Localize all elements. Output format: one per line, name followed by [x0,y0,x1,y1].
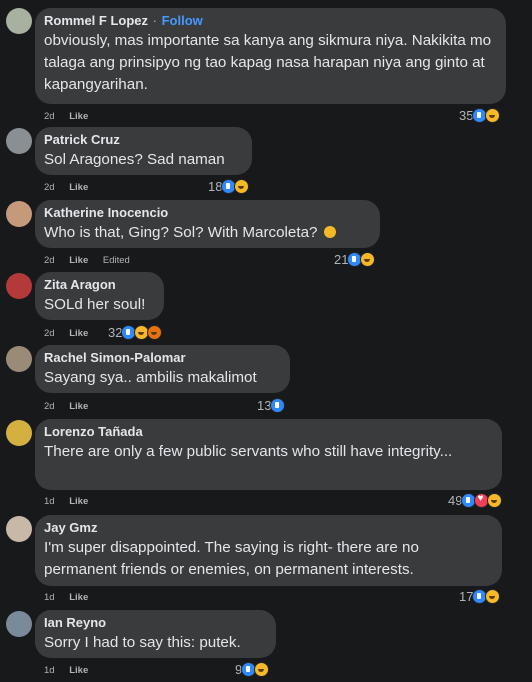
comment-time[interactable]: 2d [44,255,55,266]
like-link[interactable]: Like [69,182,88,193]
reaction-count: 13 [257,397,272,413]
comment-bubble: Rommel F Lopez · Follow obviously, mas i… [35,8,506,104]
like-link[interactable]: Like [69,255,88,266]
avatar[interactable] [6,346,32,372]
comment-feed: Rommel F Lopez · Follow obviously, mas i… [0,0,532,682]
edited-label[interactable]: Edited [103,255,130,266]
like-link[interactable]: Like [69,665,88,676]
reaction-summary[interactable]: 21 [334,251,376,267]
haha-icon [254,661,270,677]
comment-author[interactable]: Lorenzo Tañada [44,423,492,441]
like-link[interactable]: Like [69,111,88,122]
comment-time[interactable]: 1d [44,496,55,507]
comment-bubble: Katherine Inocencio Who is that, Ging? S… [35,200,380,248]
avatar[interactable] [6,273,32,299]
comment-text: obviously, mas importante sa kanya ang s… [44,32,492,93]
comment-actions: 2d Like [44,182,100,193]
comment-bubble: Zita Aragon SOLd her soul! [35,272,164,320]
comment-text: Sol Aragones? Sad naman [44,151,225,168]
comment-bubble: Ian Reyno Sorry I had to say this: putek… [35,610,276,658]
comment-text: SOLd her soul! [44,296,146,313]
reaction-summary[interactable]: 13 [257,397,286,413]
comment-actions: 1d Like [44,592,100,603]
reaction-count: 35 [459,107,474,123]
comment-author[interactable]: Rachel Simon-Palomar [44,349,280,367]
angry-icon [147,324,163,340]
haha-icon [485,107,501,123]
thinking-emoji-icon [323,226,336,238]
like-link[interactable]: Like [69,401,88,412]
comment-author[interactable]: Katherine Inocencio [44,204,370,222]
comment-text: There are only a few public servants who… [44,443,453,460]
like-icon [270,397,286,413]
avatar[interactable] [6,8,32,34]
reaction-summary[interactable]: 18 [208,178,250,194]
sad-icon [360,251,376,267]
comment-actions: 2d Like [44,328,100,339]
like-link[interactable]: Like [69,592,88,603]
comment-author[interactable]: Ian Reyno [44,614,266,632]
avatar[interactable] [6,420,32,446]
reaction-summary[interactable]: 17 [459,588,501,604]
comment-actions: 2d Like Edited [44,255,142,266]
comment-actions: 1d Like [44,665,100,676]
avatar[interactable] [6,611,32,637]
comment-actions: 2d Like [44,401,100,412]
comment-text: Sayang sya.. ambilis makalimot [44,369,257,386]
comment-time[interactable]: 2d [44,401,55,412]
avatar[interactable] [6,516,32,542]
comment-bubble: Jay Gmz I'm super disappointed. The sayi… [35,515,502,586]
reaction-count: 21 [334,251,349,267]
sad-icon [485,588,501,604]
avatar[interactable] [6,201,32,227]
haha-icon [234,178,250,194]
comment-actions: 2d Like [44,111,100,122]
avatar[interactable] [6,128,32,154]
comment-author[interactable]: Zita Aragon [44,276,154,294]
comment-bubble: Patrick Cruz Sol Aragones? Sad naman [35,127,252,175]
reaction-summary[interactable]: 32 [108,324,163,340]
comment-actions: 1d Like [44,496,100,507]
separator: · [152,13,157,28]
comment-author[interactable]: Rommel F Lopez [44,13,148,28]
like-link[interactable]: Like [69,496,88,507]
reaction-summary[interactable]: 9 [235,661,270,677]
reaction-count: 32 [108,324,123,340]
like-link[interactable]: Like [69,328,88,339]
comment-time[interactable]: 2d [44,182,55,193]
comment-text: Who is that, Ging? Sol? With Marcoleta? [44,224,318,241]
comment-bubble: Rachel Simon-Palomar Sayang sya.. ambili… [35,345,290,393]
comment-time[interactable]: 1d [44,592,55,603]
comment-text: I'm super disappointed. The saying is ri… [44,539,419,578]
reaction-count: 17 [459,588,474,604]
comment-time[interactable]: 1d [44,665,55,676]
reaction-count: 49 [448,492,463,508]
reaction-summary[interactable]: 49 [448,492,503,508]
comment-bubble: Lorenzo Tañada There are only a few publ… [35,419,502,490]
comment-author[interactable]: Jay Gmz [44,519,492,537]
sad-icon [487,492,503,508]
reaction-summary[interactable]: 35 [459,107,501,123]
comment-time[interactable]: 2d [44,111,55,122]
follow-button[interactable]: Follow [162,13,203,28]
reaction-count: 18 [208,178,223,194]
comment-author[interactable]: Patrick Cruz [44,131,242,149]
comment-text: Sorry I had to say this: putek. [44,634,241,651]
comment-time[interactable]: 2d [44,328,55,339]
